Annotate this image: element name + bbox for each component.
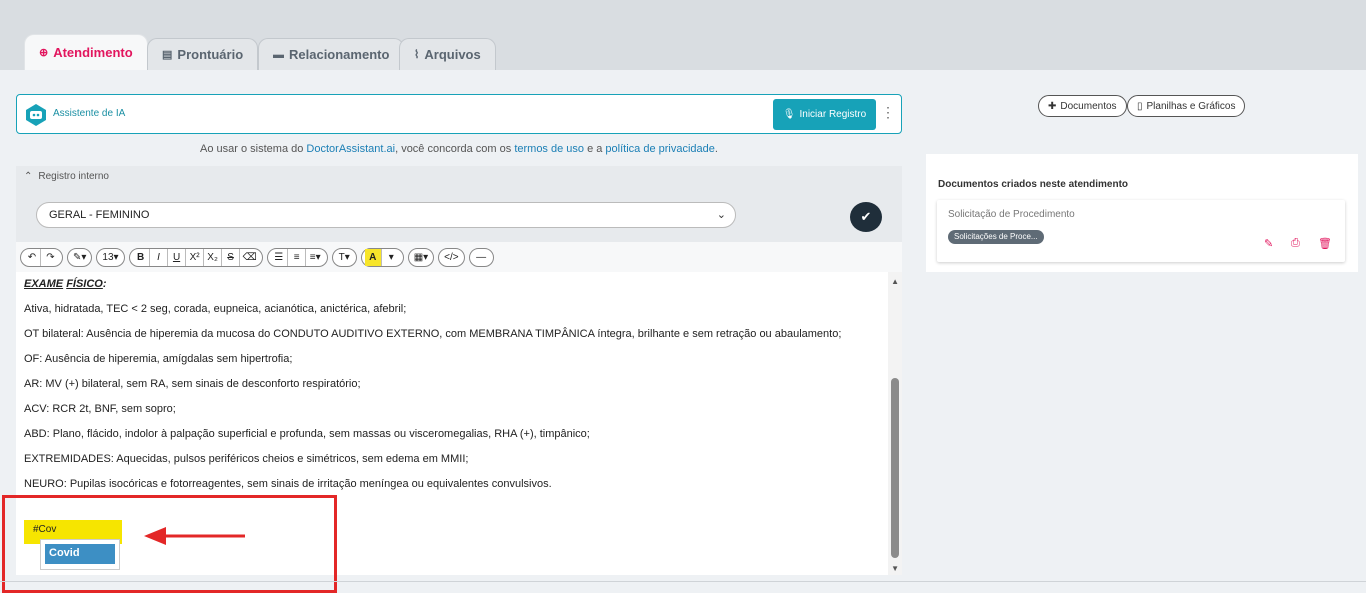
document-card: Solicitação de Procedimento Solicitações…	[937, 200, 1345, 262]
chevron-down-icon: ⌄	[716, 209, 726, 221]
chat-icon: ▬	[273, 48, 284, 61]
bullet-list-icon[interactable]: ☰	[271, 248, 288, 266]
site-link[interactable]: DoctorAssistant.ai	[306, 143, 395, 155]
highlight-color-icon[interactable]: A	[364, 248, 382, 266]
plus-icon: ✚	[1048, 100, 1057, 112]
stethoscope-icon: ⊕	[39, 47, 49, 59]
code-view-button[interactable]: </>	[438, 247, 465, 267]
scroll-up-icon[interactable]: ▲	[891, 277, 899, 286]
editor-line: AR: MV (+) bilateral, sem RA, sem sinais…	[24, 378, 361, 390]
highlight-dropdown-icon[interactable]: ▾	[383, 249, 400, 266]
redo-icon[interactable]: ↷	[42, 249, 59, 266]
ai-assistant-label: Assistente de IA	[53, 108, 126, 119]
editor-line: OT bilateral: Ausência de hiperemia da m…	[24, 328, 842, 340]
code-icon: </>	[444, 251, 459, 263]
bold-icon[interactable]: B	[133, 248, 150, 266]
editor-line: OF: Ausência de hiperemia, amígdalas sem…	[24, 353, 293, 365]
tab-bar: ⊕ Atendimento ▤ Prontuário ▬ Relacioname…	[0, 0, 1366, 70]
start-recording-button[interactable]: 🎙 Iniciar Registro	[773, 99, 876, 130]
italic-icon[interactable]: I	[151, 248, 168, 266]
editor-scrollbar[interactable]: ▲ ▼	[888, 272, 902, 575]
font-size-dropdown[interactable]: 13 ▾	[96, 247, 125, 267]
table-dropdown[interactable]: ▦▾	[407, 247, 435, 267]
ai-assistant-bar: Assistente de IA 🎙 Iniciar Registro ⋮	[16, 94, 902, 134]
strikethrough-icon[interactable]: S	[223, 248, 240, 266]
print-icon[interactable]: ⎙	[1291, 237, 1300, 250]
align-icon[interactable]: ≡▾	[307, 249, 324, 266]
editor-line: ABD: Plano, flácido, indolor à palpação …	[24, 428, 590, 440]
microphone-icon: 🎙	[782, 109, 796, 120]
magic-wand-icon: ✎▾	[73, 251, 87, 263]
trash-icon[interactable]: 🗑	[1318, 237, 1332, 250]
underline-icon[interactable]: U	[169, 248, 186, 266]
document-icon: ▤	[162, 49, 173, 61]
tab-atendimento[interactable]: ⊕ Atendimento	[24, 34, 148, 70]
magic-wand-dropdown[interactable]: ✎▾	[67, 247, 93, 267]
superscript-icon[interactable]: X²	[187, 248, 204, 266]
add-documentos-button[interactable]: ✚ Documentos	[1038, 95, 1127, 117]
scroll-down-icon[interactable]: ▼	[891, 564, 899, 573]
table-icon: ▦▾	[413, 251, 429, 263]
document-icon: ▯	[1137, 100, 1143, 112]
template-select[interactable]: GERAL - FEMININO ⌄	[36, 202, 736, 228]
robot-icon	[26, 104, 46, 126]
text-format-group: B I U X² X₂ S ⌫	[128, 247, 263, 267]
subscript-icon[interactable]: X₂	[205, 248, 222, 266]
editor-line: Ativa, hidratada, TEC < 2 seg, corada, e…	[24, 303, 407, 315]
horizontal-rule-button[interactable]: —	[468, 247, 494, 267]
privacy-link[interactable]: política de privacidade	[605, 143, 714, 155]
undo-icon[interactable]: ↶	[24, 248, 41, 266]
eraser-icon[interactable]: ⌫	[241, 249, 259, 266]
documents-panel: Documentos criados neste atendimento Sol…	[926, 154, 1358, 272]
tab-prontuario[interactable]: ▤ Prontuário	[147, 38, 259, 70]
exam-heading: EXAME FÍSICO:	[24, 278, 107, 290]
list-group: ☰ ≡ ≡▾	[266, 247, 328, 267]
terms-link[interactable]: termos de uso	[514, 143, 584, 155]
text-style-icon: T▾	[338, 251, 350, 263]
consent-text: Ao usar o sistema do DoctorAssistant.ai,…	[200, 143, 718, 155]
editor-toolbar: ↶ ↷ ✎▾ 13 ▾ B I U X² X₂ S ⌫ ☰ ≡ ≡▾ T▾ A ▾…	[16, 242, 902, 272]
undo-redo-group: ↶ ↷	[20, 247, 63, 267]
chevron-up-icon: ⌃	[24, 171, 33, 182]
document-name: Solicitação de Procedimento	[948, 209, 1075, 220]
highlight-group: A ▾	[360, 247, 404, 267]
registro-header[interactable]: ⌃ Registro interno	[24, 171, 109, 182]
planilhas-graficos-button[interactable]: ▯ Planilhas e Gráficos	[1127, 95, 1246, 117]
tab-arquivos[interactable]: ⌇ Arquivos	[399, 38, 496, 70]
paperclip-icon: ⌇	[414, 49, 420, 61]
documents-title: Documentos criados neste atendimento	[938, 179, 1129, 190]
registro-panel: ⌃ Registro interno GERAL - FEMININO ⌄ ✔	[16, 166, 902, 242]
text-style-dropdown[interactable]: T▾	[331, 247, 357, 267]
numbered-list-icon[interactable]: ≡	[289, 248, 306, 266]
document-badge: Solicitações de Proce...	[948, 230, 1044, 244]
editor-line: NEURO: Pupilas isocóricas e fotorreagent…	[24, 478, 552, 490]
confirm-check-button[interactable]: ✔	[850, 202, 882, 232]
scrollbar-thumb[interactable]	[891, 378, 899, 558]
editor-line: ACV: RCR 2t, BNF, sem sopro;	[24, 403, 176, 415]
divider	[0, 581, 1366, 582]
editor-line: EXTREMIDADES: Aquecidas, pulsos periféri…	[24, 453, 469, 465]
horizontal-rule-icon: —	[476, 251, 487, 263]
annotation-arrow-icon	[144, 527, 245, 545]
tab-relacionamento[interactable]: ▬ Relacionamento	[258, 38, 405, 70]
check-icon: ✔	[860, 209, 872, 224]
more-options-icon[interactable]: ⋮	[881, 105, 895, 119]
edit-icon[interactable]: ✎	[1264, 237, 1273, 250]
